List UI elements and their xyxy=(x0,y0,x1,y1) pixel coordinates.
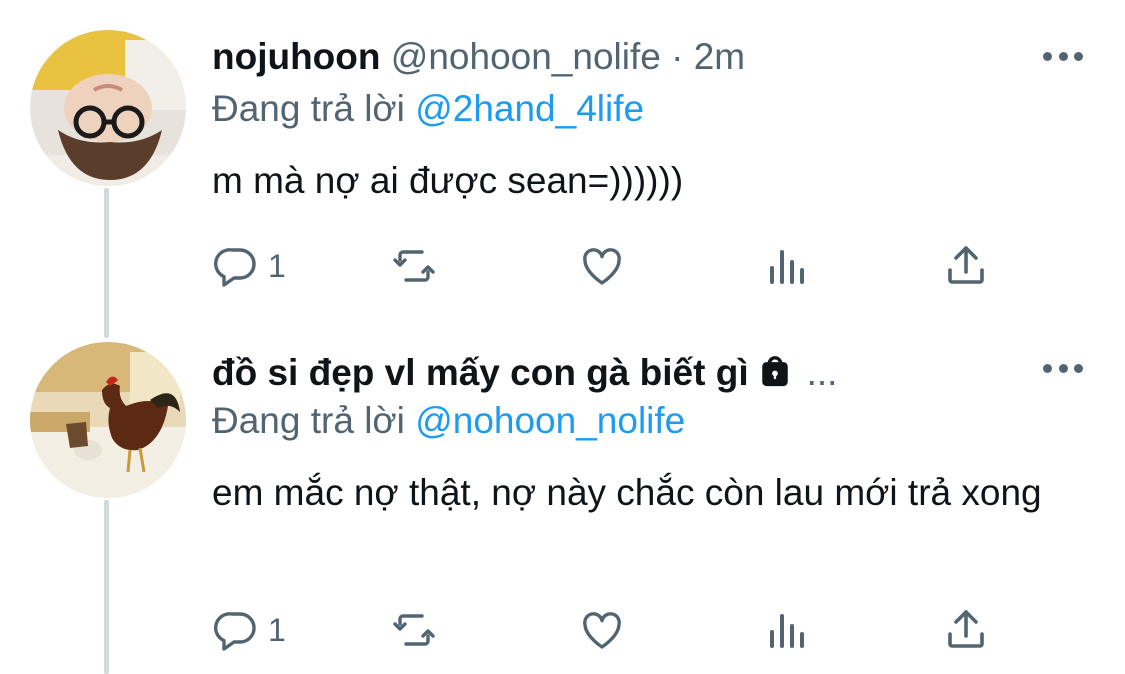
avatar-photo xyxy=(30,30,186,186)
reply-count: 1 xyxy=(268,611,286,648)
tweet-text: em mắc nợ thật, nợ này chắc còn lau mới … xyxy=(212,472,1042,513)
analytics-button[interactable] xyxy=(762,238,810,294)
action-bar: 1 xyxy=(212,238,1012,294)
reply-icon xyxy=(214,248,256,287)
share-button[interactable] xyxy=(942,238,990,294)
reply-button[interactable]: 1 xyxy=(212,238,286,294)
action-bar: 1 xyxy=(212,602,1012,658)
avatar-photo xyxy=(30,342,186,498)
retweet-button[interactable] xyxy=(390,238,438,294)
share-icon xyxy=(948,246,984,284)
reply-icon xyxy=(214,612,256,651)
replying-prefix: Đang trả lời xyxy=(212,88,405,129)
replying-prefix: Đang trả lời xyxy=(212,400,405,441)
avatar[interactable] xyxy=(30,342,186,498)
timestamp[interactable]: 2m xyxy=(694,36,745,77)
replying-to-mention[interactable]: @nohoon_nolife xyxy=(415,400,685,441)
separator-dot: · xyxy=(671,36,684,77)
analytics-icon xyxy=(770,614,804,648)
retweet-button[interactable] xyxy=(390,602,438,658)
tweet-header: đồ si đẹp vl mấy con gà biết gì... xyxy=(212,350,1005,396)
share-button[interactable] xyxy=(942,602,990,658)
more-options-icon[interactable] xyxy=(1043,358,1083,378)
like-button[interactable] xyxy=(578,602,626,658)
tweet-text: m mà nợ ai được sean=)))))) xyxy=(212,160,684,201)
retweet-icon xyxy=(393,250,435,282)
retweet-icon xyxy=(393,614,435,646)
thread-line-2 xyxy=(104,500,109,674)
like-button[interactable] xyxy=(578,238,626,294)
reply-button[interactable]: 1 xyxy=(212,602,286,658)
like-icon xyxy=(583,248,621,285)
lock-icon xyxy=(757,354,793,396)
analytics-button[interactable] xyxy=(762,602,810,658)
name-ellipsis: ... xyxy=(806,352,838,393)
analytics-icon xyxy=(770,250,804,284)
thread-line-1 xyxy=(104,188,109,338)
reply-count: 1 xyxy=(268,247,286,284)
replying-to: Đang trả lời @2hand_4life xyxy=(212,86,644,132)
like-icon xyxy=(583,612,621,649)
avatar[interactable] xyxy=(30,30,186,186)
display-name[interactable]: nojuhoon xyxy=(212,36,381,77)
share-icon xyxy=(948,610,984,648)
user-handle[interactable]: @nohoon_nolife xyxy=(391,36,661,77)
more-options-icon[interactable] xyxy=(1043,46,1083,66)
tweet-header: nojuhoon @nohoon_nolife · 2m xyxy=(212,34,1005,80)
replying-to: Đang trả lời @nohoon_nolife xyxy=(212,398,685,444)
replying-to-mention[interactable]: @2hand_4life xyxy=(415,88,644,129)
display-name[interactable]: đồ si đẹp vl mấy con gà biết gì xyxy=(212,352,749,393)
